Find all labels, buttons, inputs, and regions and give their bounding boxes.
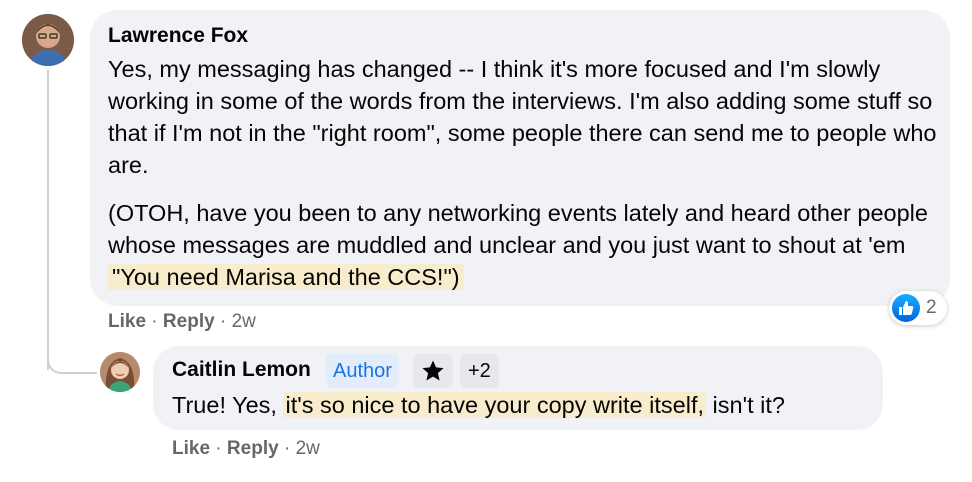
reply-text: True! Yes, it's so nice to have your cop… [172,388,785,422]
star-badge[interactable] [413,354,453,388]
thread-connector [47,340,97,374]
reply-button[interactable]: Reply [227,438,279,459]
separator: · [278,438,296,459]
reaction-summary[interactable]: 2 [889,291,947,325]
comment-text: Yes, my messaging has changed -- I think… [108,56,937,178]
star-icon [422,360,444,381]
reaction-count: 2 [926,297,937,318]
comment-text-2-plain: (OTOH, have you been to any networking e… [108,200,928,258]
timestamp[interactable]: 2w [296,438,320,459]
reply-button[interactable]: Reply [163,311,215,332]
more-badges[interactable]: +2 [460,354,499,388]
reply-text-end: isn't it? [706,392,785,418]
like-button[interactable]: Like [172,438,210,459]
avatar[interactable] [100,352,140,392]
comment-author[interactable]: Lawrence Fox [108,24,248,48]
reply-text-plain: True! Yes, [172,392,284,418]
author-badge: Author [326,354,399,388]
separator: · [210,438,227,459]
comment-text-2: (OTOH, have you been to any networking e… [108,197,938,293]
comment-actions: Like · Reply · 2w [108,311,256,333]
reply-actions: Like · Reply · 2w [172,438,320,460]
like-icon [892,294,920,322]
timestamp[interactable]: 2w [232,311,256,332]
separator: · [146,311,163,332]
avatar[interactable] [22,14,74,66]
like-button[interactable]: Like [108,311,146,332]
highlighted-text: "You need Marisa and the CCS!") [108,264,464,290]
highlighted-text: it's so nice to have your copy write its… [283,392,707,418]
reply-author[interactable]: Caitlin Lemon [172,358,311,382]
separator: · [214,311,232,332]
thread-line [47,70,49,370]
